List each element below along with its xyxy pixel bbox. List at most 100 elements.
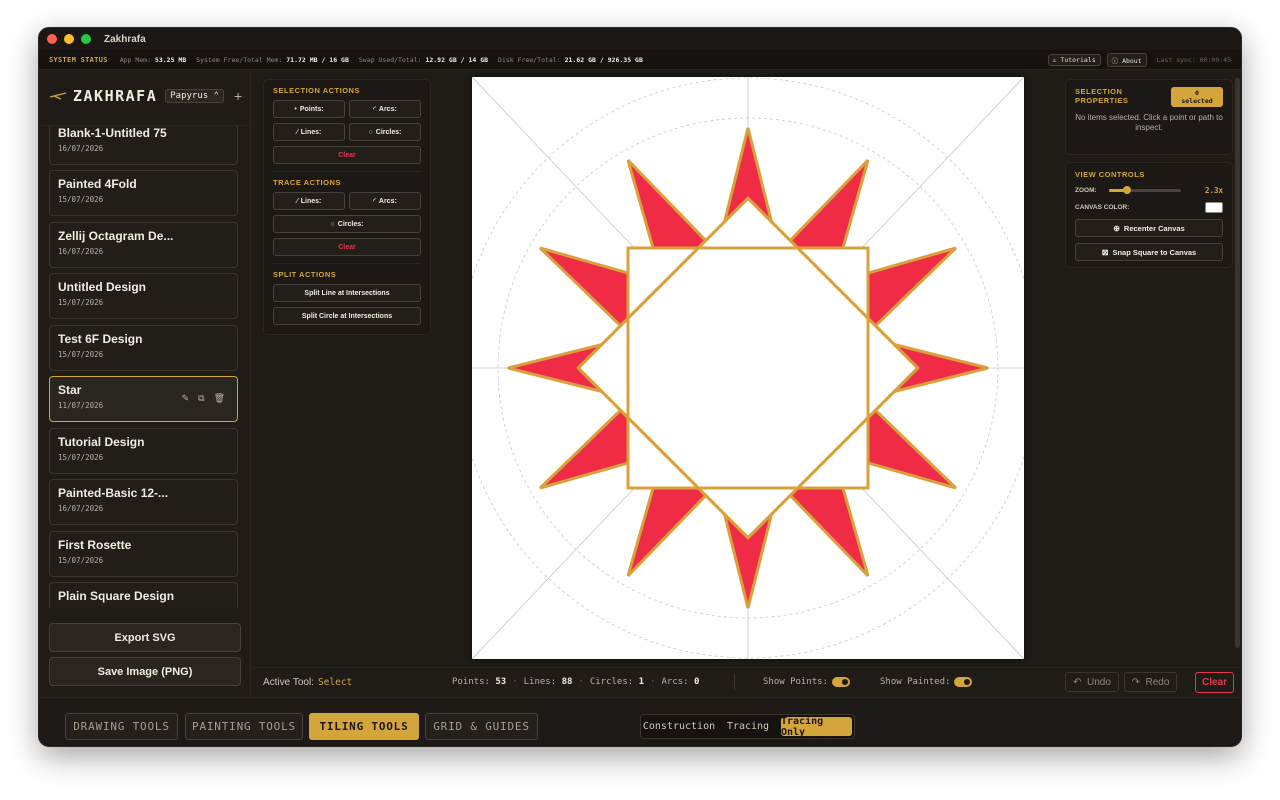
- selection-empty-message: No items selected. Click a point or path…: [1075, 113, 1223, 132]
- circles-count: Circles: 1: [589, 677, 645, 687]
- design-date: 15/07/2026: [58, 453, 104, 462]
- design-name: Blank-1-Untitled 75: [58, 126, 167, 140]
- zoom-slider[interactable]: [1108, 186, 1181, 194]
- drawing-canvas[interactable]: [457, 76, 1039, 660]
- status-right: ⚠ Tutorials ⓘ About Last sync: 00:00:45: [1042, 52, 1231, 67]
- save-png-button[interactable]: Save Image (PNG): [49, 657, 241, 686]
- disk-stat: Disk Free/Total: 21.62 GB / 926.35 GB: [498, 55, 643, 64]
- sidebar: ZAKHRAFA Papyrus ⌃ + Blank-1-Untitled 75…: [39, 71, 251, 696]
- tab-drawing-tools[interactable]: DRAWING TOOLS: [65, 713, 178, 740]
- show-points-toggle[interactable]: [832, 677, 851, 687]
- title-bar: Zakhrafa: [39, 28, 1241, 50]
- design-card[interactable]: Zellij Octagram De... 16/07/2026: [49, 222, 238, 268]
- show-painted-label: Show Painted:: [880, 677, 951, 687]
- add-design-button[interactable]: +: [234, 88, 242, 104]
- selected-count-badge: 0 selected: [1171, 87, 1223, 107]
- design-name: Zellij Octagram De...: [58, 229, 174, 243]
- arcs-count: Arcs: 0: [661, 677, 700, 687]
- mode-construction[interactable]: Construction: [643, 717, 715, 736]
- design-date: 15/07/2026: [58, 195, 104, 204]
- selection-properties-panel: SELECTION PROPERTIES 0 selected No items s…: [1065, 79, 1233, 155]
- clear-canvas-button[interactable]: Clear: [1195, 672, 1234, 693]
- app-window: Zakhrafa SYSTEM STATUS App Mem: 53.25 MB…: [38, 27, 1242, 747]
- snap-icon: ⊠: [1101, 247, 1109, 257]
- design-date: 16/07/2026: [58, 504, 104, 513]
- font-select[interactable]: Papyrus ⌃: [165, 89, 225, 103]
- warning-icon: ⚠: [1052, 55, 1057, 64]
- design-card[interactable]: First Rosette 15/07/2026: [49, 531, 238, 577]
- mode-tracing-only[interactable]: Tracing Only: [781, 716, 852, 738]
- zoom-value: 2.3x: [1204, 186, 1223, 195]
- design-card[interactable]: Painted 4Fold 15/07/2026: [49, 170, 238, 216]
- recenter-canvas-button[interactable]: ⊕ Recenter Canvas: [1075, 219, 1223, 237]
- tutorials-button[interactable]: ⚠ Tutorials: [1047, 53, 1101, 66]
- window-scrollbar[interactable]: [1235, 78, 1240, 648]
- design-card[interactable]: Plain Square Design: [49, 582, 238, 608]
- divider: [734, 674, 735, 690]
- tab-painting-tools[interactable]: PAINTING TOOLS: [185, 713, 303, 740]
- design-card[interactable]: Blank-1-Untitled 75 16/07/2026: [49, 126, 238, 165]
- geometry-counts: Points: 53 · Lines: 88 · Circles: 1 · Arcs:…: [452, 677, 700, 687]
- window-title: Zakhrafa: [104, 33, 146, 45]
- redo-button[interactable]: ↷ Redo: [1124, 672, 1177, 692]
- export-svg-button[interactable]: Export SVG: [49, 623, 241, 652]
- close-window-icon[interactable]: [47, 34, 57, 44]
- design-date: 16/07/2026: [58, 144, 104, 153]
- design-name: Tutorial Design: [58, 435, 145, 449]
- design-name: First Rosette: [58, 538, 132, 552]
- design-name: Untitled Design: [58, 280, 147, 294]
- points-count: Points: 53: [452, 677, 507, 687]
- brand-name: ZAKHRAFA: [73, 87, 158, 105]
- view-controls-panel: VIEW CONTROLS ZOOM: 2.3x CANVAS COLOR: ⊕…: [1065, 162, 1233, 268]
- tab-tiling-tools[interactable]: TILING TOOLS: [309, 713, 419, 740]
- logo-icon: [49, 92, 67, 100]
- design-date: 15/07/2026: [58, 556, 104, 565]
- design-list[interactable]: Blank-1-Untitled 75 16/07/2026 Painted 4F…: [49, 126, 239, 608]
- design-date: 15/07/2026: [58, 350, 104, 359]
- crosshair-icon: ⊕: [1113, 223, 1120, 233]
- view-controls-title: VIEW CONTROLS: [1075, 170, 1145, 179]
- mode-segmented-control: Construction Tracing Tracing Only: [640, 714, 855, 739]
- design-card[interactable]: Test 6F Design 15/07/2026: [49, 325, 238, 371]
- tab-grid-guides[interactable]: GRID & GUIDES: [425, 713, 538, 740]
- redo-icon: ↷: [1131, 676, 1140, 688]
- design-card[interactable]: Painted-Basic 12-... 16/07/2026: [49, 479, 238, 525]
- show-points-toggle-group: Show Points:: [763, 677, 851, 687]
- bottom-toolbar: Active Tool: Select Points: 53 · Lines: 8…: [252, 667, 1241, 696]
- design-actions: ✎ ⧉ 🗑: [182, 393, 225, 404]
- undo-button[interactable]: ↶ Undo: [1065, 672, 1119, 692]
- design-card[interactable]: Tutorial Design 15/07/2026: [49, 428, 238, 474]
- zoom-label: ZOOM:: [1075, 187, 1097, 194]
- system-status-bar: SYSTEM STATUS App Mem: 53.25 MB System F…: [39, 50, 1241, 70]
- snap-square-button[interactable]: ⊠ Snap Square to Canvas: [1075, 243, 1223, 261]
- lines-count: Lines: 88: [523, 677, 573, 687]
- undo-icon: ↶: [1073, 676, 1082, 688]
- design-name: Painted-Basic 12-...: [58, 486, 169, 500]
- mode-tracing[interactable]: Tracing: [719, 717, 777, 736]
- design-card-active[interactable]: Star 11/07/2026 ✎ ⧉ 🗑: [49, 376, 238, 422]
- canvas-svg[interactable]: [457, 76, 1039, 660]
- brand: ZAKHRAFA Papyrus ⌃ +: [49, 87, 242, 105]
- last-sync: Last sync: 00:00:45: [1156, 55, 1231, 64]
- active-tool-value: Select: [317, 676, 353, 688]
- design-name: Plain Square Design: [58, 589, 175, 603]
- canvas-color-label: CANVAS COLOR:: [1075, 204, 1130, 211]
- show-painted-toggle-group: Show Painted:: [880, 677, 973, 687]
- show-painted-toggle[interactable]: [954, 677, 973, 687]
- canvas-area: [252, 71, 1064, 667]
- duplicate-icon[interactable]: ⧉: [198, 393, 204, 404]
- edit-icon[interactable]: ✎: [182, 393, 190, 404]
- maximize-window-icon[interactable]: [81, 34, 91, 44]
- minimize-window-icon[interactable]: [64, 34, 74, 44]
- design-name: Painted 4Fold: [58, 177, 137, 191]
- zoom-slider-handle[interactable]: [1122, 186, 1131, 194]
- design-date: 16/07/2026: [58, 247, 104, 256]
- design-name: Test 6F Design: [58, 332, 143, 346]
- chevron-updown-icon: ⌃: [213, 91, 220, 101]
- canvas-color-swatch[interactable]: [1205, 202, 1223, 213]
- design-card[interactable]: Untitled Design 15/07/2026: [49, 273, 238, 319]
- info-icon: ⓘ: [1111, 56, 1119, 65]
- design-date: 15/07/2026: [58, 298, 104, 307]
- about-button[interactable]: ⓘ About: [1106, 52, 1147, 67]
- trash-icon[interactable]: 🗑: [214, 393, 225, 404]
